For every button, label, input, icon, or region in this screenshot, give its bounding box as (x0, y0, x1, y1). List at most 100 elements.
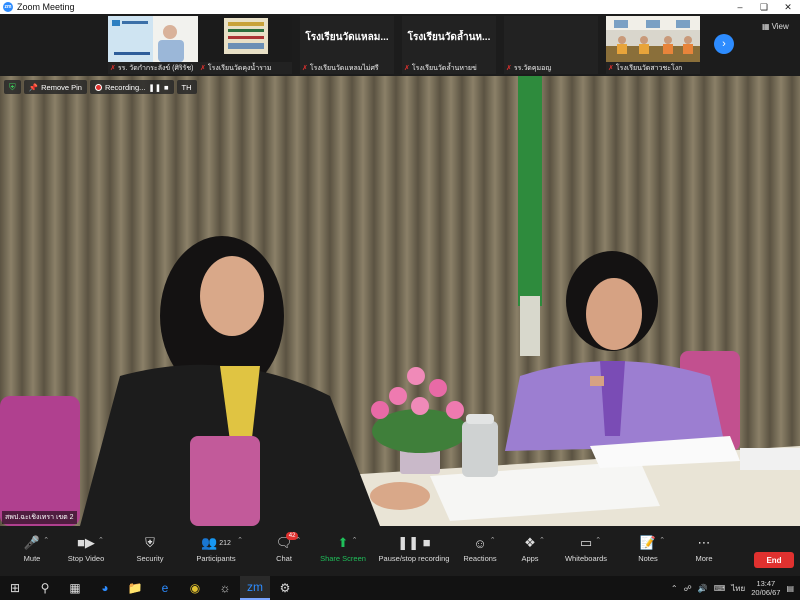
chat-bubble-icon: 🗨 42 ⌃ (275, 532, 302, 550)
participant-label: ✗ รร. วัดกำกระลังข์ (ศิริรัช) (110, 64, 194, 73)
chat-button[interactable]: 🗨 42 ⌃ Chat (252, 532, 316, 563)
participant-label: ✗ โรงเรียนวัดล้ำนหายข่ (404, 64, 477, 73)
internet-explorer-icon[interactable]: e (150, 576, 180, 600)
chevron-up-icon[interactable]: ⌃ (671, 584, 678, 593)
chevron-up-icon[interactable]: ⌃ (352, 536, 358, 544)
participant-label: ✗ โรงเรียนวัดสาวชะโงก (608, 64, 683, 73)
task-view-icon[interactable]: ▦ (60, 576, 90, 600)
participants-button[interactable]: 👥 212 ⌃ Participants (184, 532, 248, 563)
zoom-window: zm Zoom Meeting – ❏ ✕ ✗ รร. วัดกำกระลังข์… (0, 0, 800, 600)
app-icon[interactable]: ☼ (210, 576, 240, 600)
windows-taskbar: ⊞ ⚲ ▦ ◕ 📁 e ◉ ☼ zm ⚙ ⌃ ☍ 🔊 ⌨ ไทย 13:47 2… (0, 576, 800, 600)
meeting-status-bar: ⛨ 📌 Remove Pin Recording... ❚❚ ■ TH (4, 80, 197, 94)
language-interpretation-button[interactable]: TH (176, 80, 197, 94)
participant-video-thumb (606, 16, 700, 62)
pin-icon: 📌 (28, 82, 39, 92)
mic-muted-icon: ✗ (200, 65, 206, 72)
participant-video-thumb (198, 16, 292, 62)
encryption-indicator[interactable]: ⛨ (4, 80, 21, 94)
close-icon[interactable]: ✕ (776, 0, 800, 14)
mic-muted-icon: ✗ (302, 65, 308, 72)
speaker-name-label: สพป.ฉะเชิงเทรา เขต 2 (2, 511, 77, 524)
chevron-up-icon[interactable]: ⌃ (539, 536, 545, 544)
share-screen-icon: ⬆ ⌃ (337, 535, 358, 550)
participant-label: ✗ โรงเรียนวัดแหลมไม่ศรี (302, 64, 379, 73)
participant-tile-2[interactable]: ✗ โรงเรียนวัดคุงน้ำราม (198, 16, 292, 74)
mic-muted-icon: ✗ (506, 65, 512, 72)
microphone-icon: 🎤 ⌃ (23, 535, 50, 550)
chevron-up-icon[interactable]: ⌃ (98, 536, 104, 544)
view-button[interactable]: ▦ View (762, 22, 789, 31)
restore-icon[interactable]: ❏ (752, 0, 776, 14)
participant-tile-6[interactable]: ✗ โรงเรียนวัดสาวชะโงก (606, 16, 700, 74)
participant-label: ✗ รร.วัดคุมอญ (506, 64, 552, 73)
stop-video-button[interactable]: ■▶ ⌃ Stop Video (54, 532, 118, 563)
chevron-up-icon[interactable]: ⌃ (659, 536, 665, 544)
participant-video-thumb (108, 16, 202, 62)
security-button[interactable]: ⛨ Security (118, 532, 182, 563)
participants-count: 212 (219, 539, 231, 547)
apps-grid-icon: ❖ ⌃ (524, 535, 545, 550)
chevron-up-icon[interactable]: ⌃ (237, 536, 243, 544)
pause-stop-recording-button[interactable]: ❚❚ ■ Pause/stop recording (378, 532, 450, 563)
chevron-up-icon[interactable]: ⌃ (490, 536, 496, 544)
stop-icon[interactable]: ■ (164, 83, 169, 92)
title-bar: zm Zoom Meeting – ❏ ✕ (0, 0, 800, 14)
network-icon[interactable]: ☍ (684, 584, 692, 593)
edge-browser-icon[interactable]: ◕ (90, 576, 120, 600)
more-dots-icon: ⋯ (697, 535, 711, 550)
keyboard-icon[interactable]: ⌨ (714, 584, 726, 593)
remove-pin-button[interactable]: 📌 Remove Pin (23, 80, 87, 94)
notes-button[interactable]: 📝 ⌃ Notes (616, 532, 680, 563)
whiteboards-button[interactable]: ▭ ⌃ Whiteboards (554, 532, 618, 563)
window-title: Zoom Meeting (17, 2, 75, 12)
minimize-icon[interactable]: – (728, 0, 752, 14)
zoom-app-icon: zm (3, 2, 13, 12)
pause-stop-icon: ❚❚ ■ (397, 535, 431, 550)
shield-check-icon: ⛨ (9, 81, 16, 92)
system-tray: ⌃ ☍ 🔊 ⌨ ไทย 13:47 20/06/67 ▤ (671, 576, 800, 600)
gallery-strip: ✗ รร. วัดกำกระลังข์ (ศิริรัช) ✗ โรงเรียนวั… (0, 14, 800, 76)
recording-indicator[interactable]: Recording... ❚❚ ■ (89, 80, 174, 94)
people-icon: 👥 212 ⌃ (201, 535, 243, 550)
mic-muted-icon: ✗ (404, 65, 410, 72)
search-icon[interactable]: ⚲ (30, 576, 60, 600)
input-language[interactable]: ไทย (731, 582, 745, 595)
volume-icon[interactable]: 🔊 (698, 584, 708, 593)
pause-icon[interactable]: ❚❚ (148, 83, 161, 92)
chrome-browser-icon[interactable]: ◉ (180, 576, 210, 600)
participant-tile-4[interactable]: โรงเรียนวัดล้ำนห... ✗ โรงเรียนวัดล้ำนหายข… (402, 16, 496, 74)
chevron-up-icon[interactable]: ⌃ (43, 536, 49, 544)
shield-icon: ⛨ (145, 535, 155, 550)
notes-icon: 📝 ⌃ (639, 535, 666, 550)
zoom-taskbar-icon[interactable]: zm (240, 576, 270, 600)
mic-muted-icon: ✗ (608, 65, 614, 72)
meeting-toolbar: 🎤 ⌃ Mute ■▶ ⌃ Stop Video ⛨ Security 👥 212 ⌃ … (0, 526, 800, 576)
windows-start-icon[interactable]: ⊞ (0, 576, 30, 600)
main-video: ⛨ 📌 Remove Pin Recording... ❚❚ ■ TH สพป.ฉะเ… (0, 76, 800, 526)
smiley-icon: ☺ ⌃ (473, 535, 496, 551)
more-button[interactable]: ⋯ More (672, 532, 736, 563)
participant-tile-1[interactable]: ✗ รร. วัดกำกระลังข์ (ศิริรัช) (108, 16, 202, 74)
participant-name-text: โรงเรียนวัดแหลม... (305, 32, 389, 43)
chevron-up-icon[interactable]: ⌃ (595, 536, 601, 544)
file-explorer-icon[interactable]: 📁 (120, 576, 150, 600)
participant-label: ✗ โรงเรียนวัดคุงน้ำราม (200, 64, 272, 73)
settings-gear-icon[interactable]: ⚙ (270, 576, 300, 600)
video-camera-icon: ■▶ ⌃ (77, 535, 104, 550)
record-icon (94, 83, 102, 91)
clock[interactable]: 13:47 20/06/67 (751, 579, 780, 597)
apps-button[interactable]: ❖ ⌃ Apps (498, 532, 562, 563)
grid-icon: ▦ (762, 22, 770, 31)
participant-tile-3[interactable]: โรงเรียนวัดแหลม... ✗ โรงเรียนวัดแหลมไม่ศร… (300, 16, 394, 74)
chevron-right-icon: › (722, 38, 726, 50)
gallery-next-button[interactable]: › (714, 34, 734, 54)
whiteboard-icon: ▭ ⌃ (579, 535, 602, 550)
notification-icon[interactable]: ▤ (786, 584, 794, 593)
participant-name-text: โรงเรียนวัดล้ำนห... (407, 32, 491, 43)
end-meeting-button[interactable]: End (754, 552, 794, 568)
participant-tile-5[interactable]: ✗ รร.วัดคุมอญ (504, 16, 598, 74)
chevron-up-icon[interactable]: ⌃ (295, 536, 301, 544)
mic-muted-icon: ✗ (110, 65, 116, 72)
share-screen-button[interactable]: ⬆ ⌃ Share Screen (311, 532, 375, 563)
